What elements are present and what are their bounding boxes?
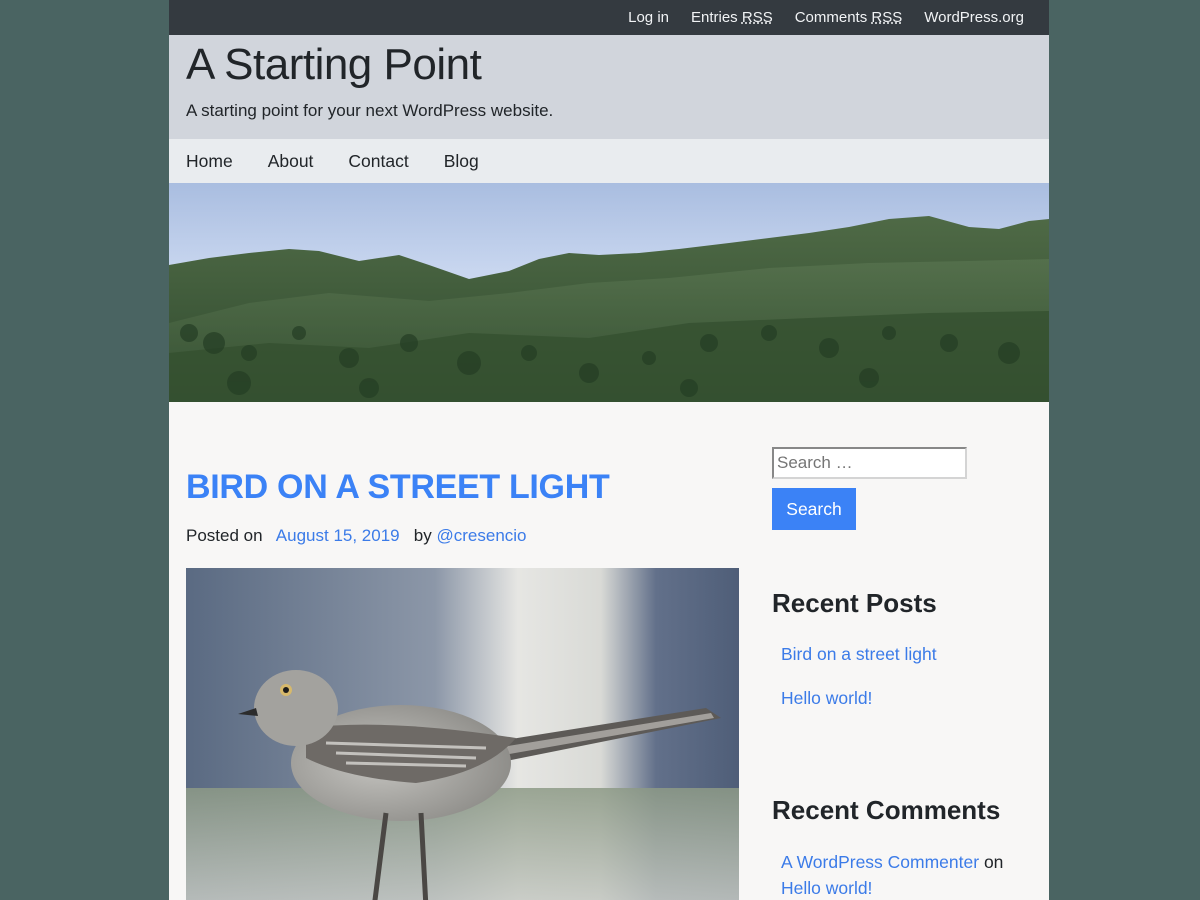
- header-banner-image: [169, 183, 1049, 402]
- post-meta: Posted on August 15, 2019 by @cresencio: [186, 526, 527, 546]
- mountain-landscape-photo: [169, 183, 1049, 402]
- post-featured-image: [186, 568, 739, 900]
- site-description: A starting point for your next WordPress…: [186, 101, 554, 120]
- nav-item-about[interactable]: About: [268, 151, 314, 172]
- comments-rss-label: Comments: [794, 9, 872, 26]
- recent-comments-title: Recent Comments: [772, 795, 1001, 825]
- post-title[interactable]: BIRD ON A STREET LIGHT: [186, 468, 610, 507]
- post-date-link[interactable]: August 15, 2019: [276, 526, 400, 545]
- by-label: by: [413, 526, 432, 545]
- recent-post-link[interactable]: Hello world!: [781, 688, 872, 709]
- comment-post-link[interactable]: Hello world!: [781, 878, 872, 899]
- main-nav: Home About Contact Blog: [169, 139, 1049, 183]
- entries-rss-label: Entries: [691, 9, 742, 26]
- nav-item-home[interactable]: Home: [186, 151, 233, 172]
- site-title[interactable]: A Starting Point: [186, 38, 1049, 92]
- comment-on-label: on: [983, 852, 1004, 872]
- page: Log in Entries RSS Comments RSS WordPres…: [169, 0, 1049, 900]
- entries-rss-link[interactable]: Entries RSS: [691, 9, 773, 26]
- wordpress-org-link[interactable]: WordPress.org: [924, 9, 1024, 26]
- nav-item-contact[interactable]: Contact: [348, 151, 408, 172]
- comment-author-link[interactable]: A WordPress Commenter: [781, 852, 979, 872]
- entries-rss-abbr: RSS: [741, 9, 773, 26]
- post-author-link[interactable]: @cresencio: [437, 526, 527, 545]
- search-button[interactable]: Search: [772, 488, 856, 530]
- nav-item-blog[interactable]: Blog: [444, 151, 479, 172]
- recent-posts-title: Recent Posts: [772, 588, 937, 618]
- recent-comment-item: A WordPress Commenter on: [781, 852, 1003, 873]
- comments-rss-abbr: RSS: [871, 9, 903, 26]
- site-header: A Starting Point A starting point for yo…: [169, 35, 1049, 139]
- recent-post-link[interactable]: Bird on a street light: [781, 644, 937, 665]
- posted-on-label: Posted on: [186, 526, 263, 545]
- mockingbird-photo: [186, 568, 739, 900]
- comments-rss-link[interactable]: Comments RSS: [795, 9, 903, 26]
- search-input[interactable]: [772, 447, 967, 479]
- main-content: BIRD ON A STREET LIGHT Posted on August …: [169, 402, 1049, 900]
- login-link[interactable]: Log in: [628, 9, 669, 26]
- admin-topbar: Log in Entries RSS Comments RSS WordPres…: [169, 0, 1049, 35]
